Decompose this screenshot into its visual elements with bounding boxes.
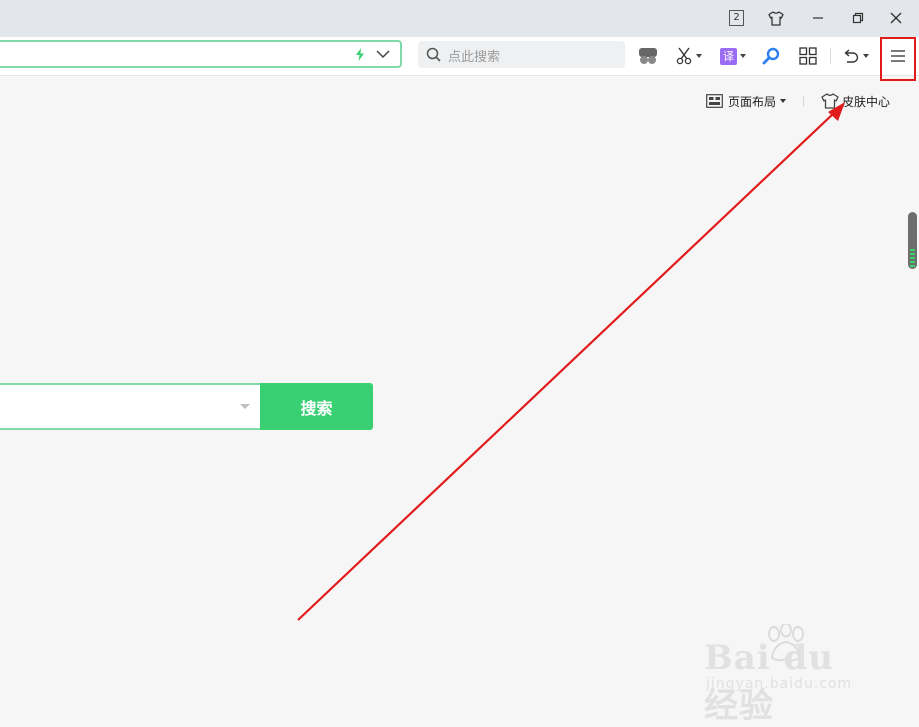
- dropdown-caret-icon[interactable]: [240, 404, 250, 409]
- minimize-button[interactable]: [805, 6, 831, 30]
- undo-button[interactable]: [842, 44, 869, 68]
- link-divider: [803, 96, 804, 107]
- title-bar: 2: [0, 0, 919, 37]
- caret-down-icon[interactable]: [696, 54, 702, 58]
- lightning-icon[interactable]: [355, 48, 365, 61]
- screenshot-button[interactable]: [675, 44, 702, 68]
- scrollbar-thumb[interactable]: [908, 212, 917, 269]
- search-icon: [426, 47, 441, 62]
- main-search-input[interactable]: [0, 383, 260, 430]
- shirt-icon: [768, 10, 784, 26]
- scissors-icon: [676, 47, 692, 65]
- scrollbar-grip: [910, 249, 915, 267]
- incognito-icon: [639, 48, 657, 64]
- toolbar-search-box[interactable]: 点此搜索: [418, 41, 625, 68]
- layout-icon: [706, 94, 723, 108]
- magnifier-icon: [762, 47, 780, 65]
- caret-down-icon[interactable]: [740, 54, 746, 58]
- restore-button[interactable]: [845, 6, 871, 30]
- tab-count-badge[interactable]: 2: [729, 10, 744, 26]
- caret-down-icon[interactable]: [863, 54, 869, 58]
- close-button[interactable]: [883, 6, 909, 30]
- search-button[interactable]: 搜索: [260, 383, 373, 430]
- shirt-icon: [821, 93, 839, 109]
- incognito-button[interactable]: [638, 44, 658, 68]
- highlight-box: [880, 37, 916, 81]
- search-placeholder: 点此搜索: [448, 50, 501, 65]
- page-layout-link[interactable]: 页面布局: [706, 92, 787, 110]
- browser-toolbar: 点此搜索 译: [0, 37, 919, 76]
- page-layout-label: 页面布局: [728, 94, 777, 109]
- close-icon: [890, 12, 902, 24]
- skin-button[interactable]: [763, 6, 789, 30]
- search-tool-button[interactable]: [762, 44, 780, 68]
- restore-icon: [852, 12, 864, 24]
- baidu-jingyan-watermark: Bai du 经验 jingyan.baidu.com: [704, 624, 874, 726]
- watermark-url: jingyan.baidu.com: [706, 676, 853, 692]
- chevron-down-icon[interactable]: [376, 50, 390, 59]
- skin-center-link[interactable]: 皮肤中心: [821, 92, 890, 110]
- toolbar-divider: [830, 48, 831, 64]
- undo-icon: [844, 49, 859, 63]
- minimize-icon: [813, 17, 823, 19]
- apps-button[interactable]: [799, 44, 817, 68]
- caret-down-icon: [780, 99, 787, 103]
- translate-button[interactable]: 译: [720, 44, 746, 68]
- skin-center-label: 皮肤中心: [842, 94, 891, 109]
- grid-icon: [799, 47, 817, 65]
- address-bar[interactable]: [0, 40, 402, 68]
- translate-icon: 译: [720, 47, 737, 65]
